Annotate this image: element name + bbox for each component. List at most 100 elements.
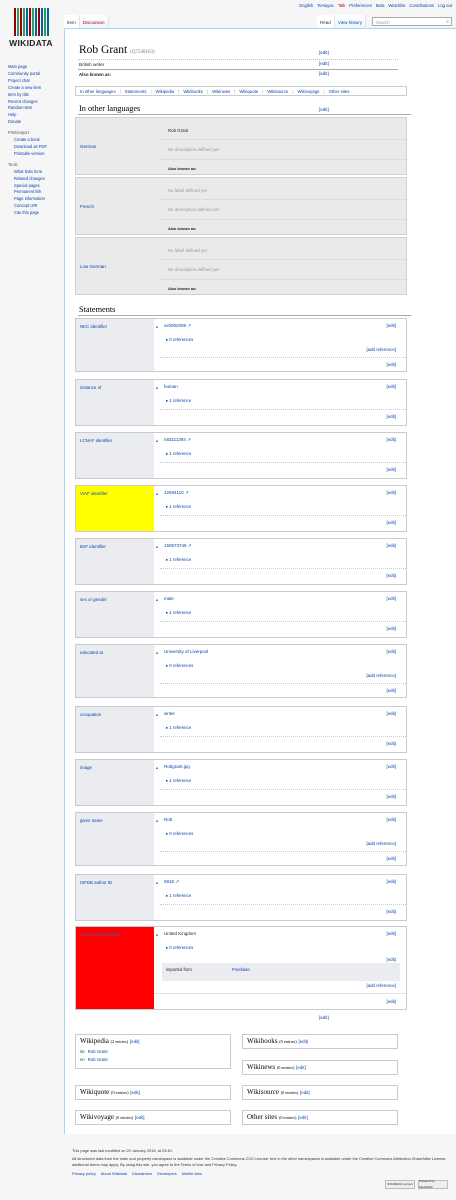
add-statement-button[interactable]: [edit] (386, 626, 396, 631)
property-label[interactable]: LCNAF identifier (76, 433, 154, 478)
references-toggle[interactable]: ▸ 1 reference (166, 557, 191, 563)
language-selector[interactable]: English (299, 3, 313, 8)
wikidata-logo[interactable]: WIKIDATA (8, 8, 54, 50)
add-statement-button[interactable]: [edit] (386, 520, 396, 525)
preferences-link[interactable]: Preferences (349, 3, 372, 8)
references-toggle[interactable]: ▸ 1 reference (166, 451, 191, 457)
toc-link[interactable]: Wikinews (212, 89, 230, 94)
edit-sitelinks-button[interactable]: [edit] (298, 1115, 308, 1120)
edit-statement-button[interactable]: [edit] (386, 437, 396, 442)
statement-value[interactable]: writer (164, 711, 175, 716)
edit-statement-button[interactable]: [edit] (386, 596, 396, 601)
references-toggle[interactable]: ▸ 0 references (166, 945, 193, 951)
search-input[interactable]: Search ⌕ (372, 17, 452, 26)
add-reference-button[interactable]: [add reference] (366, 841, 396, 846)
add-statement-button[interactable]: [edit] (386, 467, 396, 472)
add-reference-button[interactable]: [add reference] (366, 983, 396, 988)
language-name[interactable]: French (80, 204, 94, 209)
sidebar-tools-item[interactable]: Page information (8, 196, 64, 203)
sidebar-tools-item[interactable]: Permanent link (8, 189, 64, 196)
edit-sitelinks-button[interactable]: [edit] (130, 1090, 140, 1095)
add-statement-button[interactable]: [edit] (386, 794, 396, 799)
property-label[interactable]: country of citizenship (76, 927, 154, 1009)
edit-statement-button[interactable]: [edit] (386, 931, 396, 936)
rank-icon[interactable]: ▲ (155, 597, 159, 602)
property-label[interactable]: image (76, 760, 154, 805)
reference-property[interactable]: imported from (166, 967, 192, 972)
search-icon[interactable]: ⌕ (446, 19, 449, 25)
sidebar-item[interactable]: Donate (8, 119, 64, 126)
statement-value[interactable]: 150673745 ↗ (164, 543, 192, 549)
rank-icon[interactable]: ▲ (155, 324, 159, 329)
sidebar-tools-item[interactable]: What links here (8, 169, 64, 176)
sidebar-item[interactable]: Random item (8, 105, 64, 112)
statement-value[interactable]: 5815 ↗ (164, 879, 179, 885)
rank-icon[interactable]: ▲ (155, 438, 159, 443)
rank-icon[interactable]: ▲ (155, 385, 159, 390)
rank-icon[interactable]: ▲ (155, 765, 159, 770)
watchlist-link[interactable]: Watchlist (388, 3, 405, 8)
logout-link[interactable]: Log out (438, 3, 452, 8)
toc-link[interactable]: Wikibooks (183, 89, 203, 94)
sidebar-print-item[interactable]: Create a book (8, 137, 64, 144)
statement-value[interactable]: Rob (164, 817, 172, 822)
powered-by-mediawiki-badge[interactable]: Powered by MediaWiki (418, 1179, 448, 1189)
edit-description-button[interactable]: [edit] (319, 61, 329, 66)
sidebar-tools-item[interactable]: Cite this page (8, 210, 64, 217)
add-statement-button[interactable]: [edit] (386, 362, 396, 367)
references-toggle[interactable]: ▸ 1 reference (166, 725, 191, 731)
references-toggle[interactable]: ▸ 1 reference (166, 610, 191, 616)
sidebar-item[interactable]: Community portal (8, 71, 64, 78)
references-toggle[interactable]: ▸ 0 references (166, 831, 193, 837)
edit-statement-button[interactable]: [edit] (386, 323, 396, 328)
statement-value[interactable]: human (164, 384, 178, 389)
statement-value[interactable]: University of Liverpool (164, 649, 208, 654)
edit-sitelinks-button[interactable]: [edit] (296, 1065, 306, 1070)
sidebar-item[interactable]: Create a new item (8, 85, 64, 92)
sidebar-print-item[interactable]: Download as PDF (8, 144, 64, 151)
rank-icon[interactable]: ▲ (155, 818, 159, 823)
edit-sitelinks-button[interactable]: [edit] (130, 1039, 140, 1044)
toc-link[interactable]: Other sites (329, 89, 350, 94)
add-reference-button[interactable]: [add reference] (366, 673, 396, 678)
property-label[interactable]: BnF identifier (76, 539, 154, 584)
references-toggle[interactable]: ▸ 1 reference (166, 398, 191, 404)
sidebar-item[interactable]: Main page (8, 64, 64, 71)
tab-read[interactable]: Read (317, 15, 335, 29)
footer-link[interactable]: Mobile view (182, 1171, 202, 1176)
add-statement-button[interactable]: [edit] (386, 856, 396, 861)
edit-statement-button[interactable]: [edit] (386, 649, 396, 654)
user-link[interactable]: Tomayac (317, 3, 334, 8)
property-label[interactable]: instance of (76, 380, 154, 425)
property-label[interactable]: ISFDB author ID (76, 875, 154, 920)
talk-link[interactable]: Talk (338, 3, 345, 8)
rank-icon[interactable]: ▲ (155, 544, 159, 549)
reference-value[interactable]: Freebase (232, 967, 250, 972)
sidebar-item[interactable]: Item by title (8, 92, 64, 99)
edit-statement-button[interactable]: [edit] (386, 817, 396, 822)
references-toggle[interactable]: ▸ 1 reference (166, 893, 191, 899)
contributions-link[interactable]: Contributions (409, 3, 434, 8)
statement-value[interactable]: Robgrant.jpg (164, 764, 190, 769)
statement-value[interactable]: xx0002008 ↗ (164, 323, 191, 329)
footer-link[interactable]: About Wikidata (101, 1171, 127, 1176)
sidebar-tools-item[interactable]: Special pages (8, 183, 64, 190)
toc-link[interactable]: Wikivoyage (298, 89, 320, 94)
sidebar-item[interactable]: Recent changes (8, 99, 64, 106)
edit-sitelinks-button[interactable]: [edit] (299, 1039, 309, 1044)
edit-statement-button[interactable]: [edit] (386, 384, 396, 389)
tab-item[interactable]: Item (64, 15, 80, 29)
footer-link[interactable]: Privacy policy (72, 1171, 96, 1176)
rank-icon[interactable]: ▲ (155, 650, 159, 655)
toc-link[interactable]: Wikiquote (239, 89, 258, 94)
sidebar-tools-item[interactable]: Related changes (8, 176, 64, 183)
references-toggle[interactable]: ▸ 0 references (166, 337, 193, 343)
edit-languages-button[interactable]: [edit] (319, 107, 329, 112)
edit-statement-button[interactable]: [edit] (386, 764, 396, 769)
statement-value[interactable]: United Kingdom (164, 931, 196, 936)
tab-discussion[interactable]: Discussion (79, 15, 109, 29)
edit-statement-button[interactable]: [edit] (386, 879, 396, 884)
toc-link[interactable]: Wikipedia (156, 89, 175, 94)
references-toggle[interactable]: ▸ 1 reference (166, 504, 191, 510)
sidebar-item[interactable]: Project chat (8, 78, 64, 85)
